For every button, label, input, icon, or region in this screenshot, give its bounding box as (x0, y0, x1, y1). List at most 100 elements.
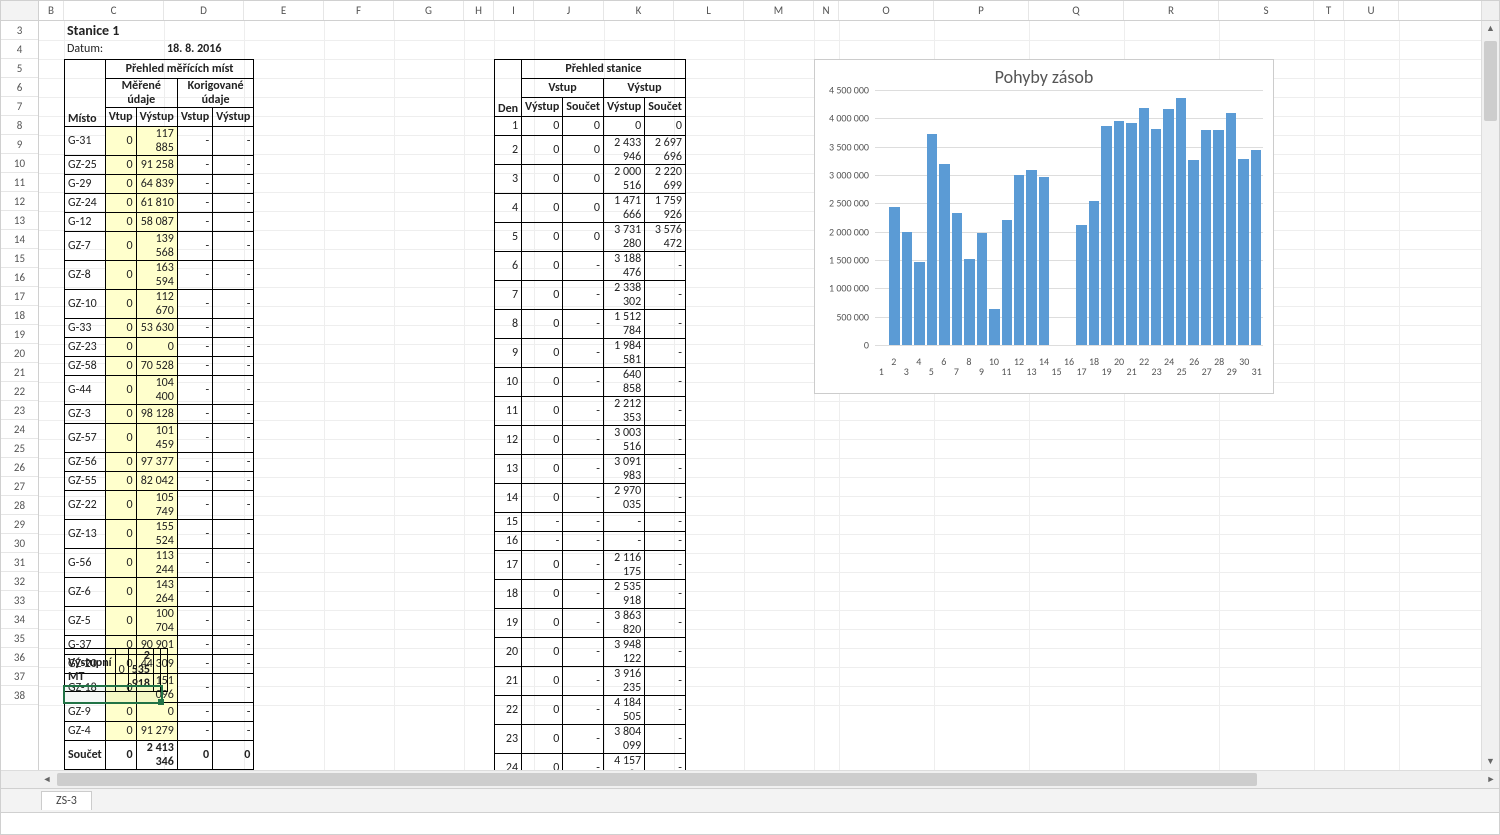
sheet-tabs-bar: ZS-3 (1, 788, 1499, 812)
row-header[interactable]: 25 (1, 439, 38, 458)
row-header[interactable]: 6 (1, 78, 38, 97)
scroll-right-arrow[interactable]: ► (1483, 771, 1499, 788)
chart-bar (989, 309, 999, 345)
column-header[interactable]: R (1124, 1, 1219, 20)
chart-bar (1213, 130, 1223, 345)
chart-bar (1026, 170, 1036, 345)
column-header[interactable]: F (324, 1, 394, 20)
horizontal-scroll-thumb[interactable] (57, 773, 1257, 786)
select-all-corner[interactable] (1, 1, 39, 20)
chart-bar (914, 262, 924, 345)
row-header[interactable]: 11 (1, 173, 38, 192)
chart-bar (1002, 220, 1012, 345)
column-header[interactable]: O (839, 1, 934, 20)
column-header[interactable]: I (494, 1, 534, 20)
scroll-up-arrow[interactable]: ▲ (1482, 21, 1499, 37)
column-header[interactable]: E (244, 1, 324, 20)
column-header-row: BCDEFGHIJKLMNOPQRSTU (1, 1, 1499, 21)
column-header[interactable]: G (394, 1, 464, 20)
chart-bar (1238, 159, 1248, 345)
chart-bar (1251, 150, 1261, 345)
row-header[interactable]: 24 (1, 420, 38, 439)
chart-bar (902, 232, 912, 345)
chart-bar (1163, 109, 1173, 345)
chart-bar (1039, 177, 1049, 345)
sheet-viewport[interactable]: Stanice 1Datum:18. 8. 2016MístoPřehled m… (39, 21, 1481, 770)
row-header[interactable]: 22 (1, 382, 38, 401)
row-header[interactable]: 30 (1, 534, 38, 553)
row-header[interactable]: 33 (1, 591, 38, 610)
chart-bar (1014, 175, 1024, 345)
column-header[interactable]: D (164, 1, 244, 20)
row-header[interactable]: 5 (1, 59, 38, 78)
station-overview-table[interactable]: DenPřehled staniceVstupVýstupVýstupSouče… (494, 59, 686, 770)
row-header[interactable]: 3 (1, 21, 38, 40)
column-header[interactable]: T (1314, 1, 1344, 20)
row-header[interactable]: 26 (1, 458, 38, 477)
chart-bar (1201, 130, 1211, 345)
row-header[interactable]: 17 (1, 287, 38, 306)
cell[interactable]: 18. 8. 2016 (164, 40, 284, 59)
column-header[interactable]: N (814, 1, 839, 20)
chart-bar (1114, 121, 1124, 345)
chart-bar (1176, 98, 1186, 345)
row-header[interactable]: 12 (1, 192, 38, 211)
row-header[interactable]: 9 (1, 135, 38, 154)
row-header[interactable]: 20 (1, 344, 38, 363)
column-header[interactable]: B (39, 1, 64, 20)
inventory-movement-chart[interactable]: Pohyby zásob0500 0001 000 0001 500 0002 … (814, 59, 1274, 394)
row-header[interactable]: 35 (1, 629, 38, 648)
row-header[interactable]: 15 (1, 249, 38, 268)
chart-bar (1076, 225, 1086, 345)
column-header[interactable]: J (534, 1, 604, 20)
scroll-left-arrow[interactable]: ◄ (39, 771, 55, 788)
row-header[interactable]: 38 (1, 686, 38, 705)
row-header[interactable]: 28 (1, 496, 38, 515)
row-header[interactable]: 31 (1, 553, 38, 572)
spreadsheet-app: BCDEFGHIJKLMNOPQRSTU 3456789101112131415… (0, 0, 1500, 835)
row-header[interactable]: 7 (1, 97, 38, 116)
row-header[interactable]: 14 (1, 230, 38, 249)
row-header[interactable]: 23 (1, 401, 38, 420)
column-headers: BCDEFGHIJKLMNOPQRSTU (39, 1, 1481, 20)
row-header[interactable]: 19 (1, 325, 38, 344)
scroll-down-arrow[interactable]: ▼ (1482, 754, 1499, 770)
row-header[interactable]: 29 (1, 515, 38, 534)
column-header[interactable]: L (674, 1, 744, 20)
row-header[interactable]: 8 (1, 116, 38, 135)
chart-bar (977, 233, 987, 345)
row-header[interactable]: 13 (1, 211, 38, 230)
vertical-scrollbar[interactable]: ▲ ▼ (1481, 21, 1499, 770)
chart-bar (952, 213, 962, 346)
row-header[interactable]: 36 (1, 648, 38, 667)
output-mt-table[interactable]: Výstupní MT02 535 918 (64, 648, 168, 692)
cell[interactable]: Datum: (64, 40, 164, 59)
row-header[interactable]: 27 (1, 477, 38, 496)
column-header[interactable]: M (744, 1, 814, 20)
row-header[interactable]: 32 (1, 572, 38, 591)
column-header[interactable]: K (604, 1, 674, 20)
column-header[interactable]: C (64, 1, 164, 20)
grid-area: 3456789101112131415161718192021222324252… (1, 21, 1499, 770)
chart-bar (1126, 123, 1136, 345)
cell[interactable]: Stanice 1 (64, 21, 264, 40)
vertical-scroll-thumb[interactable] (1484, 41, 1497, 121)
chart-bar (1101, 126, 1111, 345)
row-header[interactable]: 18 (1, 306, 38, 325)
row-header[interactable]: 37 (1, 667, 38, 686)
sheet-tab[interactable]: ZS-3 (41, 791, 92, 810)
chart-bar (1226, 113, 1236, 345)
column-header[interactable]: P (934, 1, 1029, 20)
column-header[interactable]: U (1344, 1, 1399, 20)
status-bar (1, 812, 1499, 834)
column-header[interactable]: H (464, 1, 494, 20)
row-header[interactable]: 21 (1, 363, 38, 382)
row-header[interactable]: 34 (1, 610, 38, 629)
row-header[interactable]: 10 (1, 154, 38, 173)
horizontal-scrollbar[interactable]: ◄ ► (1, 770, 1499, 788)
column-header[interactable]: Q (1029, 1, 1124, 20)
row-header[interactable]: 4 (1, 40, 38, 59)
column-header[interactable]: S (1219, 1, 1314, 20)
chart-bar (927, 134, 937, 345)
row-header[interactable]: 16 (1, 268, 38, 287)
